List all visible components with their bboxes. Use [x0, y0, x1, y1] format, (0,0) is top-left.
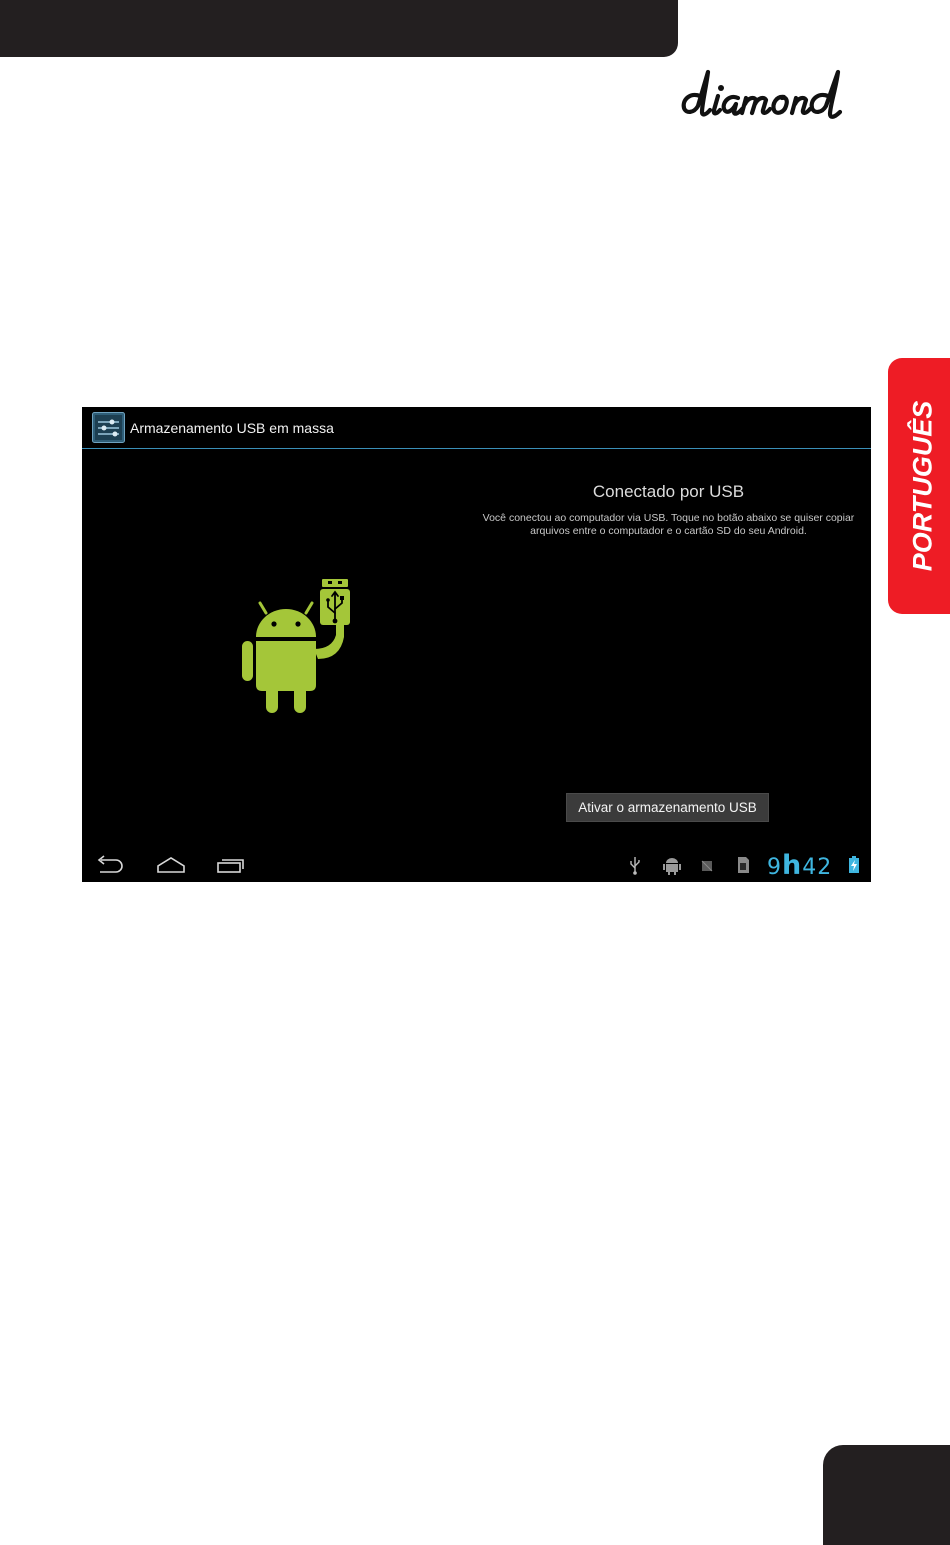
usb-icon	[628, 855, 642, 880]
android-usb-icon	[240, 579, 355, 714]
android-debug-icon	[662, 855, 682, 880]
enable-usb-storage-button[interactable]: Ativar o armazenamento USB	[566, 793, 769, 822]
screenshot-icon	[700, 855, 714, 880]
header-bar	[0, 0, 678, 57]
tablet-screen: Armazenamento USB em massa Conectado por…	[82, 407, 871, 882]
sd-card-icon	[735, 855, 751, 880]
connected-description: Você conectou ao computador via USB. Toq…	[482, 512, 855, 537]
recents-icon[interactable]	[216, 855, 246, 880]
language-tab-label: PORTUGUÊS	[907, 400, 938, 572]
action-bar: Armazenamento USB em massa	[82, 407, 871, 449]
language-tab: PORTUGUÊS	[888, 358, 950, 614]
clock-hour: 9	[767, 855, 782, 880]
page-corner-block	[823, 1445, 950, 1545]
action-bar-title: Armazenamento USB em massa	[130, 420, 334, 436]
battery-charging-icon	[848, 855, 860, 880]
system-navigation-bar: 9h42	[82, 847, 871, 882]
back-icon[interactable]	[96, 855, 124, 880]
clock-separator: h	[782, 850, 803, 881]
clock-minutes: 42	[802, 855, 833, 880]
status-clock: 9h42	[767, 850, 832, 881]
settings-sliders-icon[interactable]	[92, 412, 125, 443]
brand-logo: diamond	[672, 58, 912, 134]
home-icon[interactable]	[156, 855, 186, 880]
diamond-logo-icon	[681, 69, 843, 119]
connected-title: Conectado por USB	[592, 482, 745, 501]
